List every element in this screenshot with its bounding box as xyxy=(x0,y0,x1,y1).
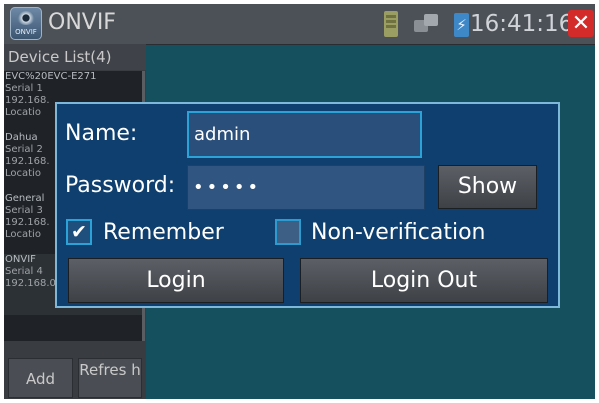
refresh-button[interactable]: Refres h xyxy=(78,358,142,398)
name-input[interactable]: admin xyxy=(187,111,422,158)
app-title: ONVIF xyxy=(48,10,116,35)
device-serial: Serial 1 xyxy=(5,83,43,94)
logout-button[interactable]: Login Out xyxy=(300,258,548,303)
login-dialog: Name: admin Password: ••••• Show ✔ Remem… xyxy=(55,102,560,308)
remember-checkbox[interactable]: ✔ xyxy=(66,219,92,245)
add-device-button[interactable]: Add xyxy=(8,358,73,398)
power-icon xyxy=(454,13,469,37)
login-button[interactable]: Login xyxy=(68,258,284,303)
name-label: Name: xyxy=(65,121,138,146)
password-input[interactable]: ••••• xyxy=(187,165,425,210)
sd-card-icon xyxy=(384,11,398,37)
password-label: Password: xyxy=(65,173,176,198)
network-icon xyxy=(414,14,440,34)
nonverification-label: Non-verification xyxy=(311,220,486,245)
title-bar: ONVIF ONVIF 16:41:16 ✕ xyxy=(4,4,595,45)
device-screen: ONVIF ONVIF 16:41:16 ✕ Device List(4) EV… xyxy=(4,4,595,399)
onvif-app-icon: ONVIF xyxy=(10,7,42,40)
app-icon-label: ONVIF xyxy=(15,28,37,36)
device-name: EVC%20EVC-E271 xyxy=(5,71,97,82)
close-button[interactable]: ✕ xyxy=(568,10,594,37)
remember-label: Remember xyxy=(103,220,224,245)
show-password-button[interactable]: Show xyxy=(438,165,537,209)
nonverification-checkbox[interactable] xyxy=(275,219,301,245)
device-list-header: Device List(4) xyxy=(4,44,146,70)
checkmark-icon: ✔ xyxy=(71,221,87,243)
clock-time: 16:41:16 xyxy=(470,11,574,37)
camera-icon xyxy=(17,11,35,25)
